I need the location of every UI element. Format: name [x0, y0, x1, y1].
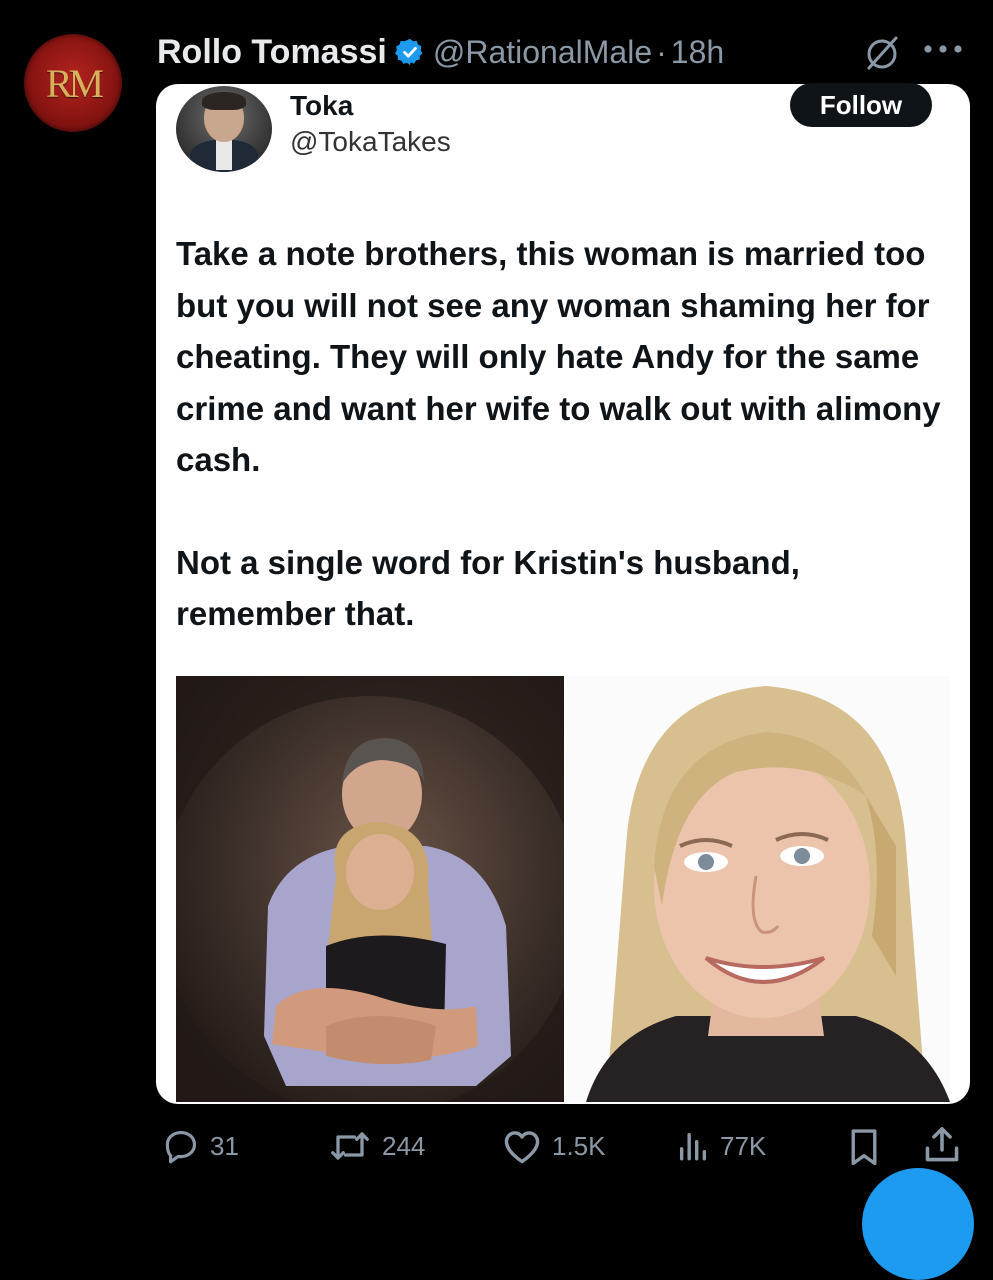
- reply-button[interactable]: 31: [162, 1126, 239, 1166]
- more-options-icon[interactable]: [918, 34, 968, 64]
- views-count: 77K: [720, 1130, 767, 1161]
- views-button[interactable]: 77K: [676, 1126, 766, 1166]
- views-icon: [679, 1132, 707, 1161]
- repost-icon: [331, 1132, 369, 1160]
- quoted-author-avatar[interactable]: [176, 86, 272, 172]
- tweet-time[interactable]: 18h: [671, 34, 724, 71]
- compose-button[interactable]: [862, 1168, 974, 1280]
- tweet-paragraph: Not a single word for Kristin's husband,…: [176, 543, 800, 633]
- tweet-header: Rollo Tomassi @RationalMale · 18h: [157, 28, 724, 76]
- grok-icon[interactable]: [862, 33, 902, 73]
- quoted-tweet-text: Take a note brothers, this woman is marr…: [176, 228, 956, 640]
- author-handle[interactable]: @RationalMale: [433, 34, 652, 71]
- tweet-paragraph: Take a note brothers, this woman is marr…: [176, 235, 941, 478]
- share-icon[interactable]: [922, 1124, 962, 1166]
- like-count: 1.5K: [552, 1130, 606, 1161]
- separator-dot: ·: [656, 33, 667, 70]
- repost-count: 244: [382, 1130, 426, 1161]
- avatar-initials: RM: [45, 60, 104, 106]
- photo-portrait[interactable]: [566, 676, 950, 1102]
- like-button[interactable]: 1.5K: [502, 1126, 606, 1166]
- bookmark-icon[interactable]: [848, 1128, 880, 1168]
- verified-badge-icon: [394, 38, 423, 66]
- quoted-author-handle[interactable]: @TokaTakes: [290, 126, 451, 158]
- follow-button[interactable]: Follow: [790, 83, 932, 127]
- author-name[interactable]: Rollo Tomassi: [157, 33, 387, 72]
- photo-portrait-illustration: [566, 676, 950, 1102]
- photo-couple[interactable]: [176, 676, 564, 1102]
- reply-icon: [165, 1130, 197, 1164]
- reply-count: 31: [210, 1130, 239, 1161]
- heart-icon: [504, 1131, 540, 1164]
- author-avatar[interactable]: RM: [24, 34, 122, 132]
- quoted-author-name[interactable]: Toka: [290, 90, 353, 122]
- repost-button[interactable]: 244: [328, 1126, 425, 1166]
- photo-couple-illustration: [176, 676, 564, 1102]
